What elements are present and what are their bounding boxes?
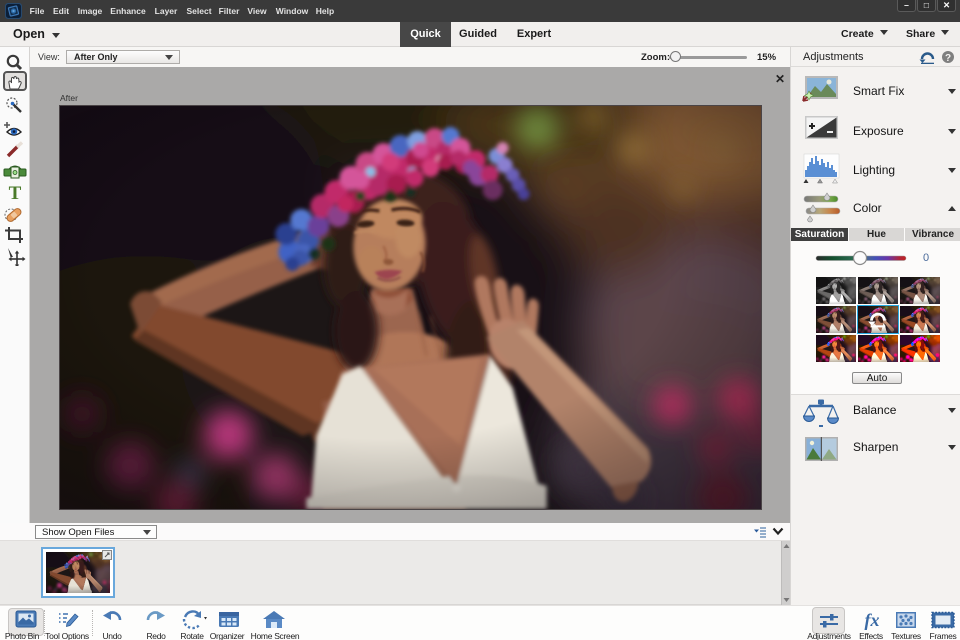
svg-text:?: ? bbox=[945, 53, 951, 64]
svg-text:T: T bbox=[9, 183, 22, 203]
svg-text:fx: fx bbox=[865, 610, 880, 630]
